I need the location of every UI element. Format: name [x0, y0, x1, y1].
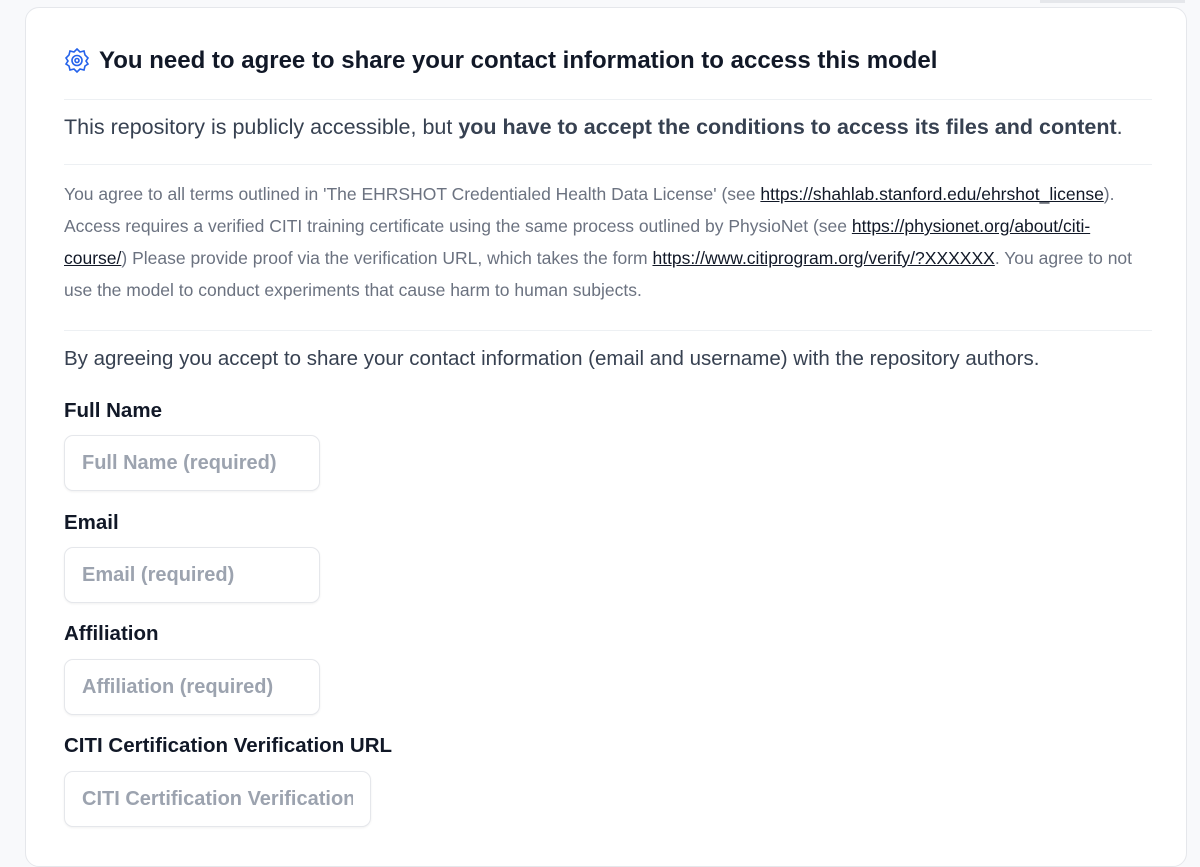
full-name-label: Full Name [64, 399, 162, 422]
access-notice-suffix: . [1116, 115, 1123, 139]
divider [64, 164, 1152, 165]
top-edge-tab [1040, 0, 1185, 3]
license-terms: You agree to all terms outlined in 'The … [64, 178, 1152, 306]
divider [64, 330, 1152, 331]
access-notice-emphasis: you have to accept the conditions to acc… [458, 115, 1117, 139]
email-input[interactable] [64, 547, 320, 603]
divider [64, 99, 1152, 100]
citi-url-input[interactable] [64, 771, 371, 827]
gated-repo-icon [64, 48, 90, 74]
access-notice-prefix: This repository is publicly accessible, … [64, 115, 459, 139]
terms-text: You agree to all terms outlined in 'The … [64, 184, 761, 204]
gated-header: You need to agree to share your contact … [64, 43, 937, 79]
agreement-notice: By agreeing you accept to share your con… [64, 347, 1040, 370]
affiliation-input[interactable] [64, 659, 320, 715]
gated-access-card: You need to agree to share your contact … [25, 7, 1187, 867]
citi-verify-link[interactable]: https://www.citiprogram.org/verify/?XXXX… [652, 248, 994, 268]
access-notice: This repository is publicly accessible, … [64, 115, 1123, 140]
license-link[interactable]: https://shahlab.stanford.edu/ehrshot_lic… [760, 184, 1103, 204]
citi-url-label: CITI Certification Verification URL [64, 734, 393, 757]
email-label: Email [64, 511, 119, 534]
full-name-input[interactable] [64, 435, 320, 491]
terms-text: ) Please provide proof via the verificat… [121, 248, 653, 268]
affiliation-label: Affiliation [64, 622, 159, 645]
gated-title: You need to agree to share your contact … [99, 47, 938, 74]
